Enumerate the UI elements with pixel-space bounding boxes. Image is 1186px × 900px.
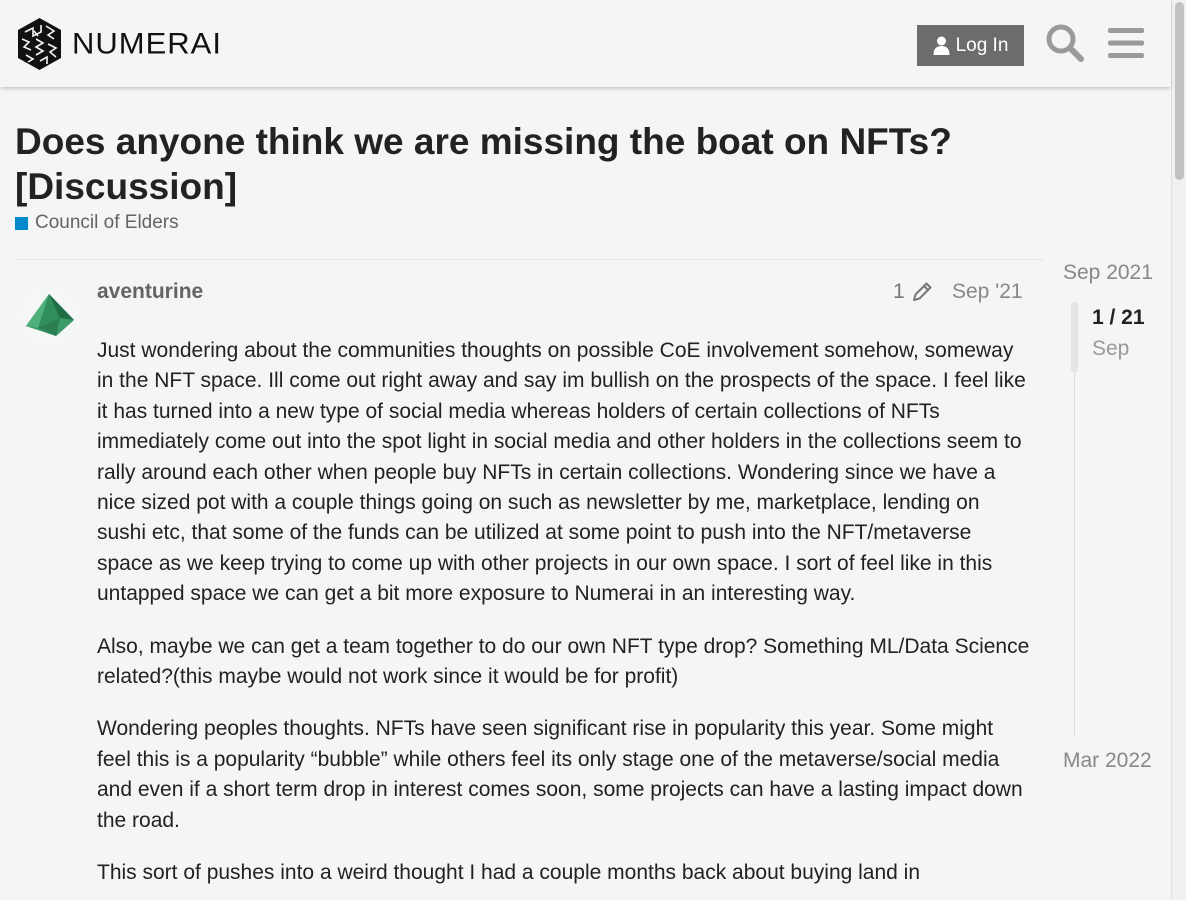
numerai-logo-icon [18, 18, 61, 70]
login-button[interactable]: Log In [917, 25, 1024, 66]
pencil-icon [912, 282, 932, 301]
page-scrollbar[interactable] [1171, 0, 1186, 900]
post-date[interactable]: Sep '21 [952, 280, 1023, 304]
aventurine-avatar-image [16, 282, 82, 348]
category-name: Council of Elders [35, 212, 179, 233]
post-body: Just wondering about the communities tho… [97, 336, 1032, 900]
timeline-start-date[interactable]: Sep 2021 [1063, 261, 1153, 285]
hamburger-menu-icon [1108, 28, 1144, 58]
post-paragraph: Wondering peoples thoughts. NFTs have se… [97, 717, 1023, 832]
search-icon [1046, 24, 1084, 62]
user-icon [933, 36, 950, 55]
category-color-badge [15, 216, 28, 230]
post-username[interactable]: aventurine [97, 280, 203, 304]
topic-divider [15, 259, 1043, 260]
category-link[interactable]: Council of Elders [15, 212, 179, 234]
post-paragraph: Also, maybe we can get a team together t… [97, 634, 1030, 689]
edit-history-button[interactable]: 1 [893, 280, 933, 304]
timeline-current-date: Sep [1092, 337, 1130, 360]
scrollbar-thumb[interactable] [1175, 2, 1184, 180]
topic-title[interactable]: Does anyone think we are missing the boa… [15, 119, 1035, 209]
site-header: NUMERAI Log In [0, 0, 1171, 87]
numerai-logo[interactable]: NUMERAI [16, 17, 222, 71]
edit-count: 1 [893, 280, 905, 303]
post-paragraph: Just wondering about the communities tho… [97, 339, 1026, 606]
login-label: Log In [955, 34, 1009, 56]
timeline-scroll-handle[interactable] [1071, 302, 1078, 372]
timeline-position: 1 / 21 [1092, 306, 1145, 329]
search-button[interactable] [1044, 22, 1086, 64]
avatar[interactable] [16, 282, 82, 348]
brand-name: NUMERAI [72, 26, 222, 61]
post-paragraph: This sort of pushes into a weird thought… [97, 861, 921, 885]
menu-button[interactable] [1105, 22, 1147, 64]
timeline-end-date[interactable]: Mar 2022 [1063, 749, 1152, 773]
